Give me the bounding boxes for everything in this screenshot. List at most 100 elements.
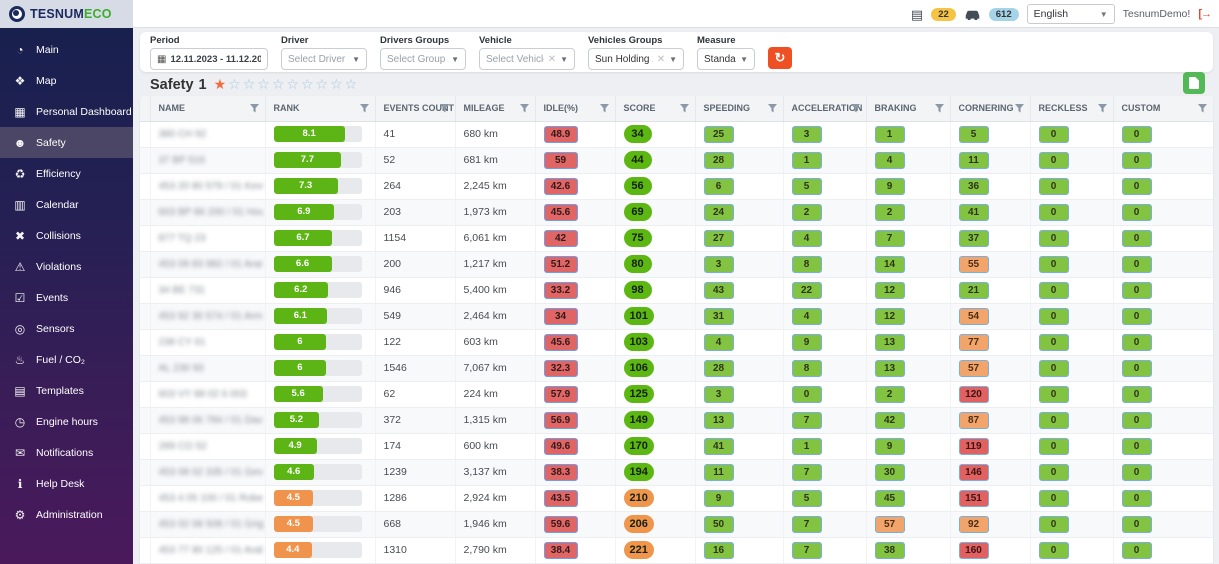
column-header-mileage[interactable]: MILEAGE — [455, 96, 536, 122]
filter-funnel-icon[interactable] — [519, 104, 529, 115]
column-header-label: CUSTOM — [1121, 103, 1161, 114]
sidebar-item-efficiency[interactable]: ♻ Efficiency — [0, 158, 133, 189]
sidebar-item-collisions[interactable]: ✖ Collisions — [0, 220, 133, 251]
user-name[interactable]: TesnumDemo! — [1123, 8, 1191, 20]
sidebar-item-engine-hours[interactable]: ◷ Engine hours — [0, 406, 133, 437]
star-outline-icon[interactable]: ☆ — [243, 76, 257, 93]
logo[interactable]: TESNUMECO — [0, 0, 133, 28]
star-outline-icon[interactable]: ☆ — [316, 76, 330, 93]
vehicles-groups-select[interactable]: Sun Holding 2 ✕ ▼ — [588, 48, 684, 70]
table-row[interactable]: 37 BP 516 7.7 52 681 km 59 44 28 1 4 11 0 0 — [140, 147, 1213, 174]
filter-funnel-icon[interactable] — [599, 104, 609, 115]
table-row[interactable]: 453 09 83 982 / 01 Aram Shahnaz... 6.6 200… — [140, 251, 1213, 278]
driver-count-badge[interactable]: 22 — [931, 7, 956, 21]
table-row[interactable]: 453 92 30 574 / 01 Arman Karlenyan 6.1 549… — [140, 303, 1213, 330]
table-row[interactable]: 603 VY 88 02 6 003 5.6 62 224 km 57.9 125 3 0 2 1… — [140, 381, 1213, 408]
column-header-braking[interactable]: BRAKING — [866, 96, 951, 122]
sidebar-item-fuel-co[interactable]: ♨ Fuel / CO₂ — [0, 344, 133, 375]
sidebar-item-violations[interactable]: ⚠ Violations — [0, 251, 133, 282]
custom-badge: 0 — [1121, 229, 1152, 247]
sidebar-item-calendar[interactable]: ▥ Calendar — [0, 189, 133, 220]
star-filled-icon[interactable]: ★ — [214, 76, 228, 93]
clear-icon[interactable]: ✕ — [657, 54, 665, 65]
sidebar-item-events[interactable]: ☑ Events — [0, 282, 133, 313]
idle-badge: 33.2 — [543, 281, 578, 299]
sidebar-item-templates[interactable]: ▤ Templates — [0, 375, 133, 406]
table-row[interactable]: 289 CO 52 4.9 174 600 km 49.6 170 41 1 9 119 0 0 — [140, 433, 1213, 460]
vehicle-car-icon[interactable] — [964, 9, 981, 20]
sidebar-item-administration[interactable]: ⚙ Administration — [0, 499, 133, 530]
clear-icon[interactable]: ✕ — [548, 54, 556, 65]
idle-cell: 49.6 — [535, 433, 616, 460]
star-outline-icon[interactable]: ☆ — [330, 76, 344, 93]
filter-funnel-icon[interactable] — [850, 104, 860, 115]
column-header-cornering[interactable]: CORNERING — [950, 96, 1031, 122]
sidebar-item-help-desk[interactable]: ℹ Help Desk — [0, 468, 133, 499]
driver-card-icon[interactable]: ▤ — [911, 8, 923, 21]
reckless-badge: 0 — [1038, 203, 1069, 221]
star-outline-icon[interactable]: ☆ — [345, 76, 359, 93]
export-button[interactable] — [1183, 72, 1205, 94]
drivers-groups-select[interactable]: Select Group ▼ — [380, 48, 466, 70]
measure-select[interactable]: Standard ▼ — [697, 48, 755, 70]
filter-funnel-icon[interactable] — [1014, 104, 1024, 115]
column-header-idle[interactable]: IDLE(%) — [535, 96, 616, 122]
star-outline-icon[interactable]: ☆ — [257, 76, 271, 93]
table-row[interactable]: 877 TQ 23 6.7 1154 6,061 km 42 75 27 4 7 37 0 0 — [140, 225, 1213, 252]
language-select[interactable]: English ▼ — [1026, 4, 1115, 24]
filter-funnel-icon[interactable] — [359, 104, 369, 115]
vehicle-select[interactable]: Select Vehicle ✕ ▼ — [479, 48, 575, 70]
reckless-cell: 0 — [1030, 199, 1114, 226]
vehicle-count-badge[interactable]: 612 — [988, 7, 1019, 21]
filter-funnel-icon[interactable] — [1097, 104, 1107, 115]
table-row[interactable]: AL 230 93 6 1546 7,067 km 32.3 106 28 8 13 57 0 0 — [140, 355, 1213, 382]
star-outline-icon[interactable]: ☆ — [301, 76, 315, 93]
table-row[interactable]: 380 CH 92 8.1 41 680 km 48.9 34 25 3 1 5 0 0 — [140, 121, 1213, 148]
sidebar-item-map[interactable]: ❖ Map — [0, 65, 133, 96]
driver-select[interactable]: Select Driver ▼ — [281, 48, 367, 70]
sidebar-item-safety[interactable]: ☻ Safety — [0, 127, 133, 158]
spacer-cell — [140, 537, 151, 564]
star-rating-filter[interactable]: ★ ☆ ☆ ☆ ☆ ☆ ☆ ☆ ☆ ☆ — [214, 76, 359, 93]
refresh-button[interactable]: ↻ — [768, 46, 792, 69]
table-row[interactable]: 453 08 02 335 / 01 Gevorg Chorba... 4.6 12… — [140, 459, 1213, 486]
sidebar-item-notifications[interactable]: ✉ Notifications — [0, 437, 133, 468]
sidebar-item-main[interactable]: ◔ Main — [0, 34, 133, 65]
table-row[interactable]: 34 BE 731 6.2 946 5,400 km 33.2 98 43 22 12 21 0 0 — [140, 277, 1213, 304]
spacer-cell — [140, 147, 151, 174]
filter-funnel-icon[interactable] — [249, 104, 259, 115]
table-row[interactable]: 453 4 05 100 / 01 Robert Petrosyan 4.5 128… — [140, 485, 1213, 512]
sidebar-item-personal-dashboard[interactable]: ▦ Personal Dashboard — [0, 96, 133, 127]
star-outline-icon[interactable]: ☆ — [272, 76, 286, 93]
spacer-cell — [140, 459, 151, 486]
star-outline-icon[interactable]: ☆ — [286, 76, 300, 93]
column-header-rank[interactable]: RANK — [265, 96, 376, 122]
column-header-acceleration[interactable]: ACCELERATION — [783, 96, 867, 122]
speeding-cell: 43 — [695, 277, 784, 304]
filter-funnel-icon[interactable] — [1197, 104, 1207, 115]
column-header-events-count[interactable]: EVENTS COUNT — [375, 96, 456, 122]
filter-funnel-icon[interactable] — [767, 104, 777, 115]
rank-cell: 4.5 — [265, 511, 376, 538]
column-header-reckless[interactable]: RECKLESS — [1030, 96, 1114, 122]
filter-funnel-icon[interactable] — [679, 104, 689, 115]
logout-icon[interactable]: [→ — [1198, 8, 1212, 20]
table-row[interactable]: 453 98 06 784 / 01 Davit Chorban... 5.2 37… — [140, 407, 1213, 434]
column-header-score[interactable]: SCORE — [615, 96, 696, 122]
cornering-cell: 146 — [950, 459, 1031, 486]
speeding-cell: 24 — [695, 199, 784, 226]
period-input[interactable]: ▦ 12.11.2023 - 11.12.2023 — [150, 48, 268, 70]
table-row[interactable]: 453 02 08 508 / 01 Grigor Haloufty... 4.5… — [140, 511, 1213, 538]
column-header-speeding[interactable]: SPEEDING — [695, 96, 784, 122]
sidebar-item-sensors[interactable]: ◎ Sensors — [0, 313, 133, 344]
table-row[interactable]: 603 BP 86 200 / 01 Hovhannes Te... 6.9 203… — [140, 199, 1213, 226]
table-row[interactable]: 238 CY 61 6 122 603 km 45.6 103 4 9 13 77 0 0 — [140, 329, 1213, 356]
filter-funnel-icon[interactable] — [934, 104, 944, 115]
table-row[interactable]: 453 77 80 125 / 01 Arab Hachanne... 4.4 13… — [140, 537, 1213, 564]
column-header-custom[interactable]: CUSTOM — [1113, 96, 1213, 122]
table-row[interactable]: 453 20 80 579 / 01 Kevin Hedeliyev 7.3 264… — [140, 173, 1213, 200]
star-outline-icon[interactable]: ☆ — [228, 76, 242, 93]
column-header-name[interactable]: NAME — [150, 96, 266, 122]
filter-funnel-icon[interactable] — [439, 104, 449, 115]
blurred-name-text: 37 BP 516 — [158, 154, 206, 166]
